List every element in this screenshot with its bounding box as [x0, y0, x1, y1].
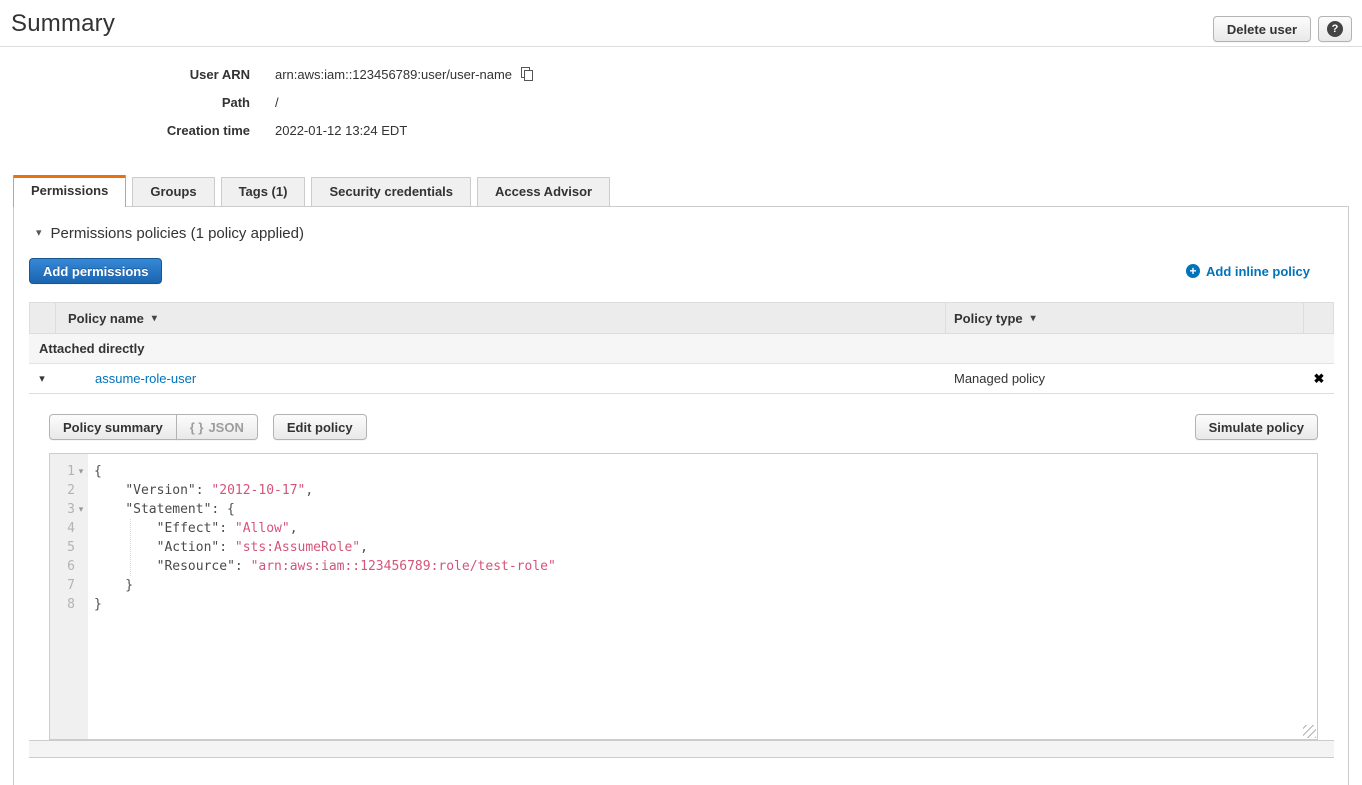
header-actions: Delete user ? — [1213, 10, 1352, 42]
policy-table: Policy name ▾ Policy type ▾ Attached dir… — [29, 302, 1334, 740]
collapse-caret-icon[interactable]: ▾ — [36, 228, 42, 239]
tab-access-advisor[interactable]: Access Advisor — [477, 177, 610, 206]
policy-summary-button[interactable]: Policy summary — [49, 414, 177, 440]
sort-caret-icon[interactable]: ▾ — [1031, 313, 1036, 324]
path-label: Path — [0, 95, 250, 110]
json-view-button[interactable]: { } JSON — [176, 414, 258, 440]
policy-detail-panel: Policy summary { } JSON Edit policy Simu… — [29, 394, 1334, 740]
action-column-header — [1303, 303, 1333, 333]
line-number: 3▾ — [50, 500, 88, 519]
copy-icon[interactable] — [520, 67, 534, 82]
braces-icon: { } — [190, 420, 204, 435]
editor-gutter: 1▾23▾45678 — [50, 454, 88, 739]
line-number: 1▾ — [50, 462, 88, 481]
simulate-policy-button[interactable]: Simulate policy — [1195, 414, 1318, 440]
policy-actions-row: Add permissions + Add inline policy — [29, 258, 1333, 284]
permissions-policies-header: ▾ Permissions policies (1 policy applied… — [14, 207, 1348, 242]
policy-type-value: Managed policy — [946, 371, 1304, 386]
add-inline-policy-link[interactable]: + Add inline policy — [1186, 264, 1310, 279]
code-line: } — [94, 595, 1317, 614]
policy-row: ▾ assume-role-user Managed policy ✖ — [29, 364, 1334, 394]
tab-tags[interactable]: Tags (1) — [221, 177, 306, 206]
policy-name-column-header[interactable]: Policy name ▾ — [56, 303, 945, 333]
table-header-row: Policy name ▾ Policy type ▾ — [29, 302, 1334, 334]
line-number: 2 — [50, 481, 88, 500]
line-number: 5 — [50, 538, 88, 557]
line-number: 7 — [50, 576, 88, 595]
user-details: User ARN arn:aws:iam::123456789:user/use… — [0, 47, 1362, 158]
tab-bar: Permissions Groups Tags (1) Security cre… — [0, 175, 1362, 206]
user-arn-value: arn:aws:iam::123456789:user/user-name — [275, 67, 512, 82]
tab-groups[interactable]: Groups — [132, 177, 214, 206]
page-title: Summary — [11, 10, 115, 38]
policy-type-column-header[interactable]: Policy type ▾ — [945, 303, 1303, 333]
json-policy-editor[interactable]: 1▾23▾45678 { "Version": "2012-10-17", "S… — [49, 453, 1318, 740]
indent-guide — [130, 519, 131, 576]
line-number: 8 — [50, 595, 88, 614]
edit-policy-button[interactable]: Edit policy — [273, 414, 367, 440]
code-line: { — [94, 462, 1317, 481]
expand-caret-icon[interactable]: ▾ — [39, 372, 45, 385]
line-number: 4 — [50, 519, 88, 538]
plus-icon: + — [1186, 264, 1200, 278]
delete-user-button[interactable]: Delete user — [1213, 16, 1311, 42]
creation-time-value: 2022-01-12 13:24 EDT — [275, 123, 407, 138]
remove-policy-icon[interactable]: ✖ — [1314, 372, 1325, 385]
code-line: "Effect": "Allow", — [94, 519, 1317, 538]
expand-column-header — [30, 303, 56, 333]
code-line: "Action": "sts:AssumeRole", — [94, 538, 1317, 557]
resize-handle-icon[interactable] — [1303, 725, 1316, 738]
code-line: } — [94, 576, 1317, 595]
user-arn-row: User ARN arn:aws:iam::123456789:user/use… — [0, 60, 1362, 88]
editor-code[interactable]: { "Version": "2012-10-17", "Statement": … — [88, 454, 1317, 739]
code-line: "Resource": "arn:aws:iam::123456789:role… — [94, 557, 1317, 576]
page-header: Summary Delete user ? — [0, 0, 1362, 46]
creation-time-label: Creation time — [0, 123, 250, 138]
line-number: 6 — [50, 557, 88, 576]
creation-time-row: Creation time 2022-01-12 13:24 EDT — [0, 116, 1362, 144]
path-value: / — [275, 95, 279, 110]
sort-caret-icon[interactable]: ▾ — [152, 313, 157, 324]
table-footer-strip — [29, 740, 1334, 758]
help-button[interactable]: ? — [1318, 16, 1352, 42]
attached-directly-group-row: Attached directly — [29, 334, 1334, 364]
user-arn-label: User ARN — [0, 67, 250, 82]
help-icon: ? — [1327, 21, 1343, 37]
permissions-policies-heading: Permissions policies (1 policy applied) — [51, 225, 304, 242]
fold-caret-icon[interactable]: ▾ — [75, 462, 87, 481]
add-permissions-button[interactable]: Add permissions — [29, 258, 162, 284]
tab-content-panel: ▾ Permissions policies (1 policy applied… — [13, 206, 1349, 785]
add-inline-policy-label: Add inline policy — [1206, 264, 1310, 279]
policy-view-toolbar: Policy summary { } JSON Edit policy Simu… — [49, 414, 1318, 440]
code-line: "Statement": { — [94, 500, 1317, 519]
path-row: Path / — [0, 88, 1362, 116]
tab-security-credentials[interactable]: Security credentials — [311, 177, 471, 206]
code-line: "Version": "2012-10-17", — [94, 481, 1317, 500]
tab-permissions[interactable]: Permissions — [13, 175, 126, 207]
fold-caret-icon[interactable]: ▾ — [75, 500, 87, 519]
policy-name-link[interactable]: assume-role-user — [95, 371, 196, 386]
